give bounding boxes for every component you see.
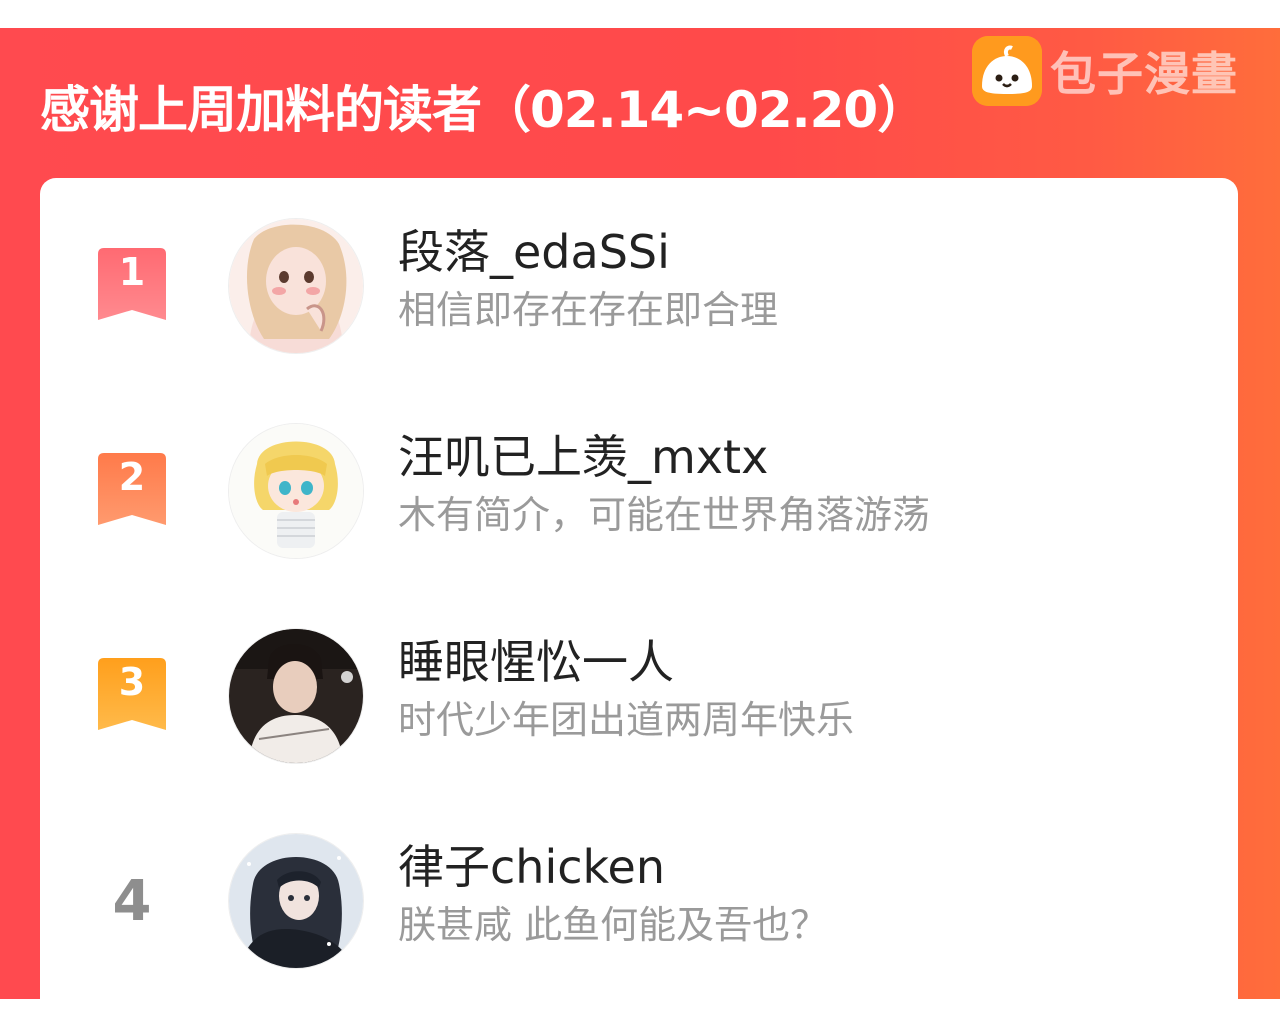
page-title: 感谢上周加料的读者（02.14~02.20）	[40, 81, 927, 139]
reader-name: 律子chicken	[398, 840, 665, 894]
reader-bio: 木有简介，可能在世界角落游荡	[398, 493, 931, 537]
reader-name: 睡眼惺忪一人	[398, 635, 674, 689]
rank-number: 3	[118, 660, 146, 704]
avatar[interactable]	[228, 423, 364, 559]
reader-bio: 相信即存在存在即合理	[398, 288, 779, 332]
rank-ribbon-3: 3	[98, 658, 166, 730]
rank-number: 2	[118, 455, 146, 499]
avatar[interactable]	[228, 833, 364, 969]
reader-bio: 时代少年团出道两周年快乐	[398, 698, 855, 742]
reader-name: 段落_edaSSi	[398, 225, 670, 279]
reader-bio: 朕甚咸 此鱼何能及吾也？	[398, 903, 829, 947]
top-strip	[0, 0, 1280, 29]
rank-number: 4	[112, 869, 152, 934]
list-item[interactable]: 2 汪叽已上羡_mxtx 木有简介，可能在世界角落游荡	[40, 423, 1238, 563]
list-item[interactable]: 3 睡眼惺忪一人 时代少年团出道两周年快乐	[40, 628, 1238, 768]
list-item[interactable]: 4 律子chicken 朕甚咸 此鱼何能及吾也？	[40, 833, 1238, 973]
rank-number: 1	[118, 250, 146, 294]
reader-name: 汪叽已上羡_mxtx	[398, 430, 769, 484]
brand-logo: 包子漫畫	[972, 36, 1238, 106]
logo-text: 包子漫畫	[1050, 47, 1238, 101]
baozi-bun-icon	[972, 36, 1042, 106]
avatar[interactable]	[228, 628, 364, 764]
rank-ribbon-2: 2	[98, 453, 166, 525]
avatar[interactable]	[228, 218, 364, 354]
rank-ribbon-1: 1	[98, 248, 166, 320]
list-item[interactable]: 1 段落_edaSSi 相信即存在存在即合理	[40, 218, 1238, 358]
reader-list-card: 1 段落_edaSSi 相信即存在存在即合理 2 汪叽已上羡_mxtx 木有简介…	[40, 178, 1238, 1018]
